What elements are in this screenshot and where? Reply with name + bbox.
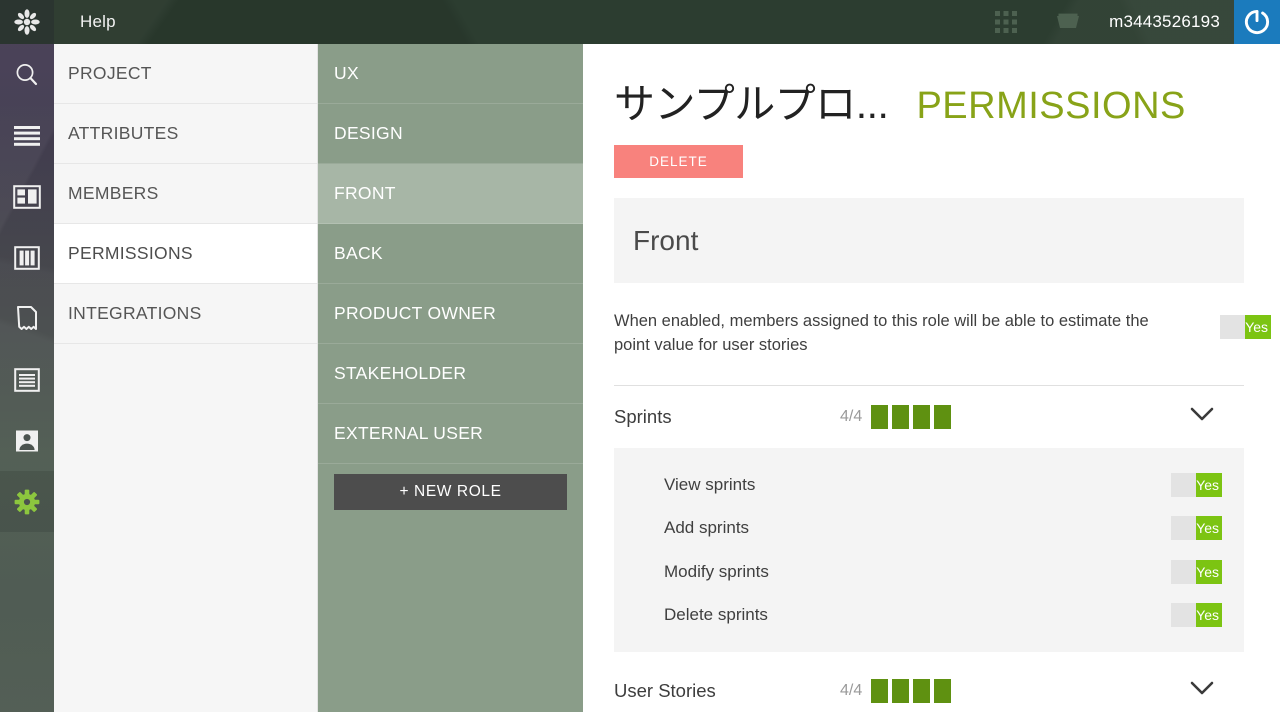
settings-nav: PROJECT ATTRIBUTES MEMBERS PERMISSIONS I… [54, 44, 318, 712]
permission-row: View sprints Yes [614, 463, 1244, 507]
permission-row: Modify sprints Yes [614, 550, 1244, 594]
group-block [871, 404, 889, 429]
rail-item-team[interactable] [0, 410, 54, 471]
permission-label: Modify sprints [664, 561, 769, 581]
grid-apps-icon [995, 11, 1018, 33]
rail-item-admin[interactable] [0, 471, 54, 532]
permission-label: Delete sprints [664, 605, 768, 625]
permission-toggle-view-sprints[interactable]: Yes [1171, 472, 1222, 497]
kanban-icon [13, 184, 41, 209]
top-bar-right-group: m3443526193 [975, 0, 1280, 44]
sidebar-item-integrations[interactable]: INTEGRATIONS [54, 284, 317, 344]
permission-toggle-add-sprints[interactable]: Yes [1171, 516, 1222, 541]
sidebar-item-project[interactable]: PROJECT [54, 44, 317, 104]
sidebar-item-members[interactable]: MEMBERS [54, 164, 317, 224]
group-name: User Stories [614, 679, 716, 701]
permission-group-header-user-stories[interactable]: User Stories 4/4 [614, 660, 1244, 712]
estimation-toggle-wrapper: Yes [1220, 309, 1271, 344]
role-item-back[interactable]: BACK [318, 224, 583, 284]
rail-item-issues[interactable] [0, 288, 54, 349]
backlog-icon [14, 125, 40, 146]
rail-item-wiki[interactable] [0, 349, 54, 410]
app-root: Help m3443526193 PROJECT ATTRIBUTES MEMB… [0, 0, 1280, 712]
wiki-icon [14, 367, 40, 392]
sidebar-item-attributes[interactable]: ATTRIBUTES [54, 104, 317, 164]
main-panel: サンプルプロ... PERMISSIONS DELETE Front When … [583, 44, 1280, 712]
roles-list: UX DESIGN FRONT BACK PRODUCT OWNER STAKE… [318, 44, 583, 712]
team-icon [16, 430, 38, 451]
group-count: 4/4 [840, 407, 863, 425]
toggle-value: Yes [1196, 563, 1219, 580]
chevron-down-icon [1190, 682, 1214, 695]
group-block [913, 678, 931, 703]
folder-projects-icon [1057, 13, 1080, 28]
apps-button[interactable] [975, 0, 1037, 44]
group-blocks [871, 404, 952, 429]
taskboard-icon [14, 245, 40, 270]
group-count: 4/4 [840, 681, 863, 699]
role-name-box: Front [614, 198, 1244, 283]
permission-group-header-sprints[interactable]: Sprints 4/4 [614, 386, 1244, 448]
role-item-stakeholder[interactable]: STAKEHOLDER [318, 344, 583, 404]
permission-toggle-delete-sprints[interactable]: Yes [1171, 603, 1222, 628]
group-name: Sprints [614, 405, 672, 427]
role-name-value[interactable]: Front [633, 225, 698, 257]
delete-role-button[interactable]: DELETE [614, 145, 743, 178]
group-block [934, 678, 952, 703]
new-role-wrapper: + NEW ROLE [318, 464, 583, 510]
toggle-value: Yes [1196, 476, 1219, 493]
rail-item-taskboard[interactable] [0, 227, 54, 288]
permission-row: Add sprints Yes [614, 506, 1244, 550]
main-inner: サンプルプロ... PERMISSIONS DELETE Front When … [583, 44, 1280, 712]
rail-item-search[interactable] [0, 44, 54, 105]
group-collapse-toggle[interactable] [1189, 406, 1215, 427]
role-item-design[interactable]: DESIGN [318, 104, 583, 164]
toggle-value: Yes [1245, 319, 1268, 335]
page-header: サンプルプロ... PERMISSIONS [614, 70, 1256, 130]
permission-label: Add sprints [664, 518, 750, 538]
sidebar-item-permissions[interactable]: PERMISSIONS [54, 224, 317, 284]
search-icon [16, 63, 38, 85]
group-block [871, 678, 889, 703]
section-title: PERMISSIONS [916, 85, 1186, 127]
estimation-description: When enabled, members assigned to this r… [614, 312, 1149, 355]
role-item-front[interactable]: FRONT [318, 164, 583, 224]
permission-list-sprints: View sprints Yes Add sprints Yes Modify … [614, 447, 1244, 652]
estimation-toggle[interactable]: Yes [1220, 315, 1271, 339]
help-link[interactable]: Help [80, 0, 116, 44]
rail-item-kanban[interactable] [0, 166, 54, 227]
role-item-external-user[interactable]: EXTERNAL USER [318, 404, 583, 464]
power-logout-icon [1244, 9, 1270, 35]
username-label[interactable]: m3443526193 [1099, 12, 1234, 32]
permission-toggle-modify-sprints[interactable]: Yes [1171, 559, 1222, 584]
estimation-setting-row: When enabled, members assigned to this r… [614, 309, 1271, 358]
new-role-button[interactable]: + NEW ROLE [334, 474, 567, 510]
toggle-value: Yes [1196, 520, 1219, 537]
issues-icon [17, 305, 37, 330]
permission-label: View sprints [664, 474, 756, 494]
role-item-ux[interactable]: UX [318, 44, 583, 104]
app-logo[interactable] [0, 0, 54, 44]
logout-button[interactable] [1234, 0, 1280, 44]
admin-gear-icon [14, 489, 40, 514]
page-title: サンプルプロ... [614, 81, 889, 127]
group-block [892, 404, 910, 429]
left-icon-rail [0, 0, 54, 712]
taiga-flower-logo-icon [14, 9, 40, 35]
permission-row: Delete sprints Yes [614, 593, 1244, 637]
toggle-value: Yes [1196, 607, 1219, 624]
role-item-product-owner[interactable]: PRODUCT OWNER [318, 284, 583, 344]
chevron-down-icon [1190, 408, 1214, 421]
group-block [892, 678, 910, 703]
top-bar: Help m3443526193 [54, 0, 1280, 44]
group-collapse-toggle[interactable] [1189, 680, 1215, 701]
group-block [913, 404, 931, 429]
rail-item-backlog[interactable] [0, 105, 54, 166]
group-block [934, 404, 952, 429]
projects-button[interactable] [1037, 0, 1099, 44]
group-blocks [871, 678, 952, 703]
